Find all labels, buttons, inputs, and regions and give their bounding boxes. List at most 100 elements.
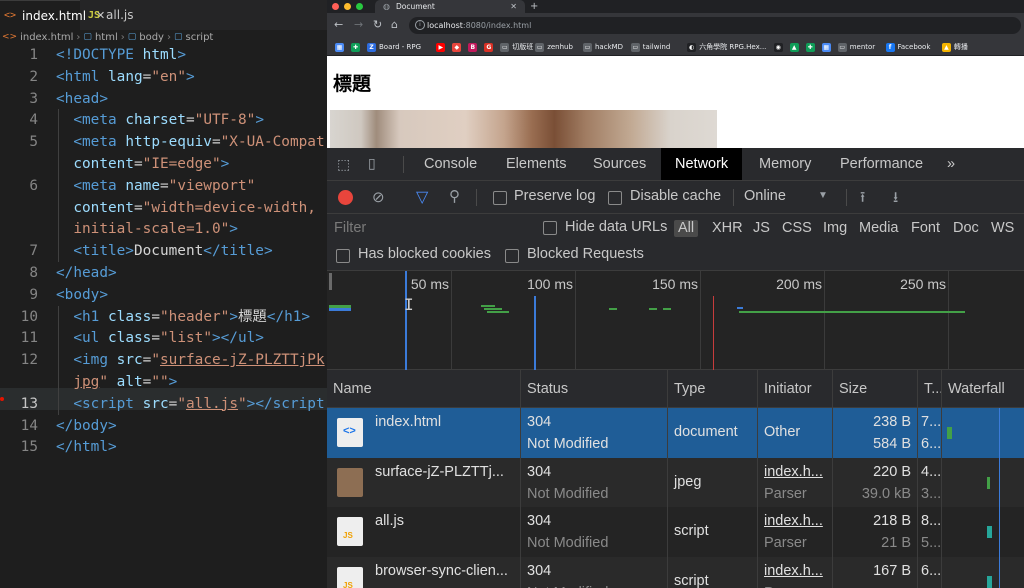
tab-elements[interactable]: Elements xyxy=(506,148,566,180)
tab-console[interactable]: Console xyxy=(424,148,477,180)
minimize-window-button[interactable] xyxy=(344,3,351,10)
bookmark-item[interactable]: ▭ tailwind xyxy=(630,41,670,53)
hide-data-urls-checkbox[interactable] xyxy=(543,221,557,235)
code-line[interactable]: 10 <h1 class="header">標題</h1> xyxy=(0,305,327,328)
code-line[interactable]: initial-scale=1.0"> xyxy=(0,218,327,241)
table-row[interactable]: <> index.html 304 Not Modified document Other… xyxy=(327,408,1024,458)
filter-type-all[interactable]: All xyxy=(674,220,699,237)
code-line[interactable]: 3 <head> xyxy=(0,88,327,110)
bookmark-item[interactable]: f Facebook xyxy=(885,41,930,53)
back-arrow-icon[interactable]: ← xyxy=(334,18,343,32)
code-line[interactable]: content="IE=edge"> xyxy=(0,153,327,175)
bookmark-item[interactable]: ▭ 切版班 xyxy=(500,41,533,53)
table-row[interactable]: surface-jZ-PLZTTj... 304 Not Modified jpeg i… xyxy=(327,457,1024,507)
bookmark-item[interactable]: Z Board - RPG xyxy=(367,41,421,53)
editor-tab-index-html[interactable]: <> index.html ✕ xyxy=(0,0,105,30)
bookmark-item[interactable]: ▦ xyxy=(821,41,834,53)
filter-type-img[interactable]: Img xyxy=(823,220,847,237)
filter-type-js[interactable]: JS xyxy=(753,220,770,237)
tab-network[interactable]: Network xyxy=(661,148,743,180)
filter-type-ws[interactable]: WS xyxy=(991,220,1014,237)
network-overview-timeline[interactable]: 50 ms 100 ms 150 ms 200 ms 250 ms I xyxy=(327,271,1024,370)
bookmark-item[interactable]: ✚ xyxy=(805,41,818,53)
code-line[interactable]: 14 </body> xyxy=(0,415,327,437)
code-line[interactable]: 13 <script src="all.js"></script xyxy=(0,392,327,415)
code-line[interactable]: 5 <meta http-equiv="X-UA-Compat xyxy=(0,131,327,154)
column-header-initiator[interactable]: Initiator xyxy=(758,370,833,408)
tab-memory[interactable]: Memory xyxy=(759,148,811,180)
info-icon[interactable]: i xyxy=(415,20,425,30)
preserve-log-checkbox[interactable] xyxy=(493,191,507,205)
bookmark-item[interactable]: ◉ xyxy=(773,41,786,53)
inspect-element-icon[interactable]: ⬚ xyxy=(337,156,350,173)
search-icon[interactable]: ⚲ xyxy=(449,187,460,205)
reload-icon[interactable]: ↻ xyxy=(373,18,382,32)
filter-input[interactable]: Filter xyxy=(331,218,531,239)
bookmark-item[interactable]: ◆ xyxy=(452,41,464,53)
upload-icon[interactable]: ⭱ xyxy=(860,187,865,212)
browser-tab[interactable]: ◍ Document ✕ xyxy=(375,0,525,13)
column-header-size[interactable]: Size xyxy=(833,370,918,408)
forward-arrow-icon[interactable]: → xyxy=(354,18,363,32)
breadcrumb-item[interactable]: index.html xyxy=(20,32,73,43)
column-header-waterfall[interactable]: Waterfall xyxy=(942,370,1024,408)
filter-type-doc[interactable]: Doc xyxy=(953,220,979,237)
home-icon[interactable]: ⌂ xyxy=(391,18,398,32)
code-line[interactable]: 1 <!DOCTYPE html> xyxy=(0,44,327,66)
close-window-button[interactable] xyxy=(332,3,339,10)
code-line[interactable]: 8 </head> xyxy=(0,262,327,284)
filter-type-css[interactable]: CSS xyxy=(782,220,812,237)
has-blocked-cookies-checkbox[interactable] xyxy=(336,249,350,263)
column-header-time[interactable]: T... xyxy=(918,370,942,408)
clear-icon[interactable]: ⊘ xyxy=(372,188,385,206)
device-toolbar-icon[interactable]: ▯ xyxy=(368,155,376,172)
bookmark-item[interactable]: ▭ zenhub xyxy=(535,41,573,53)
request-name[interactable]: index.html xyxy=(375,414,441,430)
chevron-down-icon[interactable]: ▼ xyxy=(818,190,828,201)
download-icon[interactable]: ⭳ xyxy=(893,187,898,212)
editor-tab-all-js[interactable]: JS all.js xyxy=(82,0,162,30)
maximize-window-button[interactable] xyxy=(356,3,363,10)
initiator-link[interactable]: index.h... xyxy=(764,513,823,529)
table-row[interactable]: JS browser-sync-clien... 304 Not Modified sc… xyxy=(327,556,1024,588)
bookmark-item[interactable]: ◐ 六角學院 RPG.Hex... xyxy=(687,41,766,53)
column-header-name[interactable]: Name xyxy=(327,370,521,408)
timeline-drag-handle[interactable] xyxy=(329,273,332,290)
breadcrumb-item[interactable]: script xyxy=(185,32,213,43)
bookmark-item[interactable]: ▭ mentor xyxy=(837,41,875,53)
code-line[interactable]: 12 <img src="surface-jZ-PLZTTjPk xyxy=(0,349,327,372)
code-line[interactable]: 9 <body> xyxy=(0,284,327,306)
code-line[interactable]: content="width=device-width, xyxy=(0,196,327,219)
record-icon[interactable] xyxy=(338,190,353,205)
code-line[interactable]: jpg" alt=""> xyxy=(0,371,327,393)
new-tab-button[interactable]: + xyxy=(530,0,538,13)
filter-type-media[interactable]: Media xyxy=(859,220,899,237)
code-line[interactable]: 11 <ul class="list"></ul> xyxy=(0,327,327,350)
request-name[interactable]: all.js xyxy=(375,513,404,529)
more-tabs-icon[interactable]: » xyxy=(947,148,955,180)
column-header-status[interactable]: Status xyxy=(521,370,668,408)
code-line[interactable]: 2 <html lang="en"> xyxy=(0,66,327,88)
close-icon[interactable]: ✕ xyxy=(510,2,517,11)
tab-performance[interactable]: Performance xyxy=(840,148,923,180)
code-line[interactable]: 7 <title>Document</title> xyxy=(0,240,327,263)
disable-cache-checkbox[interactable] xyxy=(608,191,622,205)
filter-type-font[interactable]: Font xyxy=(911,220,940,237)
column-header-type[interactable]: Type xyxy=(668,370,758,408)
code-line[interactable]: 6 <meta name="viewport" xyxy=(0,174,327,197)
tab-sources[interactable]: Sources xyxy=(593,148,646,180)
code-line[interactable]: 15 </html> xyxy=(0,436,327,458)
table-row[interactable]: JS all.js 304 Not Modified script index.h... P… xyxy=(327,507,1024,557)
request-name[interactable]: surface-jZ-PLZTTj... xyxy=(375,464,504,480)
bookmark-item[interactable]: ▶ xyxy=(436,41,448,53)
breadcrumb-item[interactable]: html xyxy=(95,32,118,43)
filter-icon[interactable]: ▽ xyxy=(416,187,428,207)
breadcrumb-item[interactable]: body xyxy=(139,32,164,43)
bookmark-item[interactable]: G xyxy=(484,41,496,53)
initiator-link[interactable]: index.h... xyxy=(764,563,823,579)
blocked-requests-checkbox[interactable] xyxy=(505,249,519,263)
request-name[interactable]: browser-sync-clien... xyxy=(375,563,508,579)
address-bar[interactable]: i localhost:8080/index.html xyxy=(409,17,1021,34)
initiator-link[interactable]: index.h... xyxy=(764,464,823,480)
bookmark-item[interactable]: ▭ hackMD xyxy=(583,41,623,53)
